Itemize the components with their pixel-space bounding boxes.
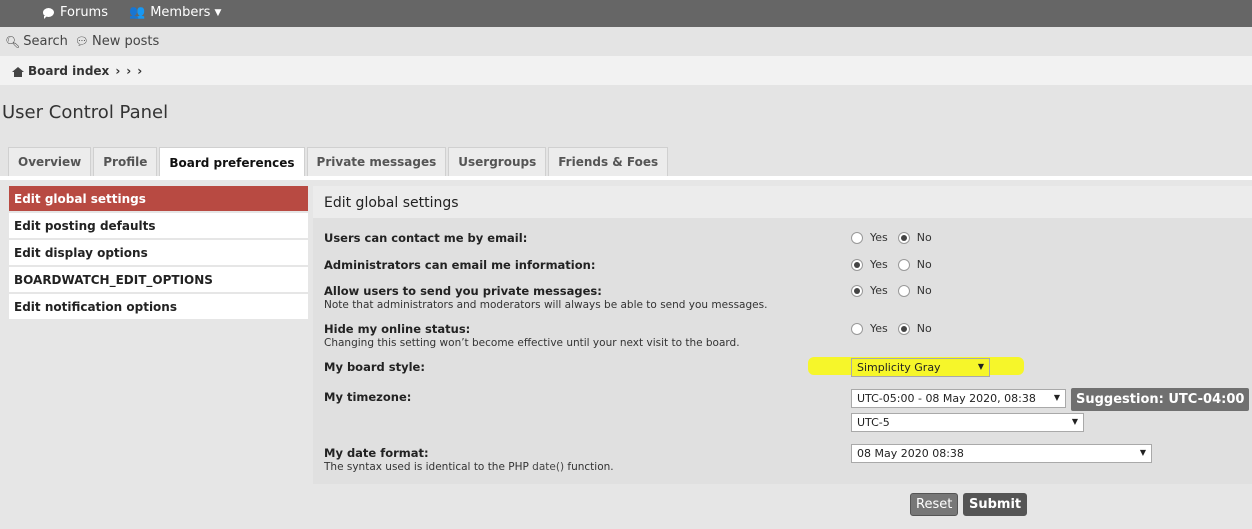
- dropdown-arrow-icon: ▼: [977, 362, 984, 371]
- radio-group-hide-online: Yes No: [851, 322, 942, 335]
- board-style-select[interactable]: Simplicity Gray ▼: [851, 358, 990, 377]
- sidebar-item-edit-global-settings[interactable]: Edit global settings: [9, 186, 308, 211]
- tab-profile[interactable]: Profile: [93, 147, 158, 176]
- timezone-date-value: UTC-05:00 - 08 May 2020, 08:38: [857, 392, 1036, 405]
- members-label: Members: [150, 5, 211, 20]
- sidebar-item-edit-posting-defaults[interactable]: Edit posting defaults: [9, 213, 308, 238]
- timezone-zone-select[interactable]: UTC-5 ▼: [851, 413, 1084, 432]
- search-label: Search: [23, 34, 68, 49]
- timezone-date-select[interactable]: UTC-05:00 - 08 May 2020, 08:38 ▼: [851, 389, 1066, 408]
- radio-yes[interactable]: [851, 231, 863, 244]
- radio-yes-label: Yes: [870, 231, 888, 244]
- dropdown-arrow-icon: ▼: [1053, 393, 1060, 402]
- php-date-link[interactable]: date(): [532, 461, 564, 473]
- sidebar-item-edit-notification-options[interactable]: Edit notification options: [9, 294, 308, 319]
- breadcrumb-separator: ›: [115, 64, 121, 78]
- tab-overview[interactable]: Overview: [8, 147, 92, 176]
- radio-yes-label: Yes: [870, 322, 888, 335]
- new-posts-link[interactable]: 💬︎ New posts: [75, 34, 159, 49]
- panel-header: Edit global settings: [313, 186, 1252, 218]
- field-label: Allow users to send you private messages…: [324, 284, 602, 298]
- radio-no[interactable]: [897, 258, 910, 271]
- settings-panel: Edit global settings Users can contact m…: [313, 186, 1252, 484]
- field-description: Changing this setting won’t become effec…: [324, 337, 740, 349]
- radio-group-contact-email: Yes No: [851, 231, 942, 244]
- breadcrumb-board-index[interactable]: Board index: [28, 64, 109, 78]
- radio-no-label: No: [916, 231, 932, 244]
- breadcrumb-separator: ›: [137, 64, 143, 78]
- field-description: Note that administrators and moderators …: [324, 299, 768, 311]
- timezone-suggestion-button[interactable]: Suggestion: UTC-04:00: [1071, 388, 1250, 411]
- desc-text: function.: [564, 461, 614, 473]
- home-icon: [12, 66, 24, 77]
- comment-icon: [43, 8, 54, 19]
- radio-no[interactable]: [897, 322, 910, 335]
- reset-button[interactable]: Reset: [910, 493, 959, 516]
- top-navbar: Forums 👥 Members ▼: [0, 0, 1252, 27]
- radio-yes-label: Yes: [870, 258, 888, 271]
- search-link[interactable]: 🔍︎ Search: [5, 34, 68, 49]
- panel-title: Edit global settings: [324, 195, 459, 211]
- comments-icon: 💬︎: [75, 35, 89, 48]
- breadcrumb: Board index › › ›: [0, 56, 1252, 85]
- tab-board-preferences[interactable]: Board preferences: [159, 147, 305, 177]
- radio-yes[interactable]: [851, 284, 863, 297]
- date-format-select[interactable]: 08 May 2020 08:38 ▼: [851, 444, 1152, 463]
- tab-friends-foes[interactable]: Friends & Foes: [548, 147, 669, 176]
- desc-text: The syntax used is identical to the PHP: [324, 461, 533, 473]
- breadcrumb-separator: ›: [126, 64, 132, 78]
- radio-no[interactable]: [897, 284, 910, 297]
- sidebar-item-edit-display-options[interactable]: Edit display options: [9, 240, 308, 265]
- search-icon: 🔍︎: [5, 34, 21, 49]
- users-icon: 👥: [129, 5, 146, 20]
- radio-no-label: No: [916, 284, 932, 297]
- tab-private-messages[interactable]: Private messages: [306, 147, 447, 176]
- board-style-value: Simplicity Gray: [857, 361, 941, 374]
- radio-no-label: No: [916, 322, 932, 335]
- members-menu[interactable]: 👥 Members ▼: [129, 5, 221, 20]
- field-label: Users can contact me by email:: [324, 231, 528, 245]
- radio-yes-label: Yes: [870, 284, 888, 297]
- field-label: Hide my online status:: [324, 322, 471, 336]
- field-label: My date format:: [324, 446, 429, 460]
- hamburger-icon[interactable]: [10, 6, 22, 17]
- sidebar-item-boardwatch-edit-options[interactable]: BOARDWATCH_EDIT_OPTIONS: [9, 267, 308, 292]
- forums-label: Forums: [60, 5, 108, 20]
- radio-no-label: No: [916, 258, 932, 271]
- timezone-zone-value: UTC-5: [857, 416, 890, 429]
- radio-yes[interactable]: [851, 322, 863, 335]
- ucp-tabs: Overview Profile Board preferences Priva…: [8, 147, 670, 177]
- radio-group-admin-email: Yes No: [851, 258, 942, 271]
- radio-no[interactable]: [897, 231, 910, 244]
- sidebar-nav: Edit global settings Edit posting defaul…: [9, 186, 308, 321]
- radio-group-allow-pm: Yes No: [851, 284, 942, 297]
- field-label: Administrators can email me information:: [324, 258, 596, 272]
- new-posts-label: New posts: [91, 34, 160, 49]
- tab-usergroups[interactable]: Usergroups: [448, 147, 547, 176]
- page-title: User Control Panel: [2, 102, 169, 123]
- quick-links-bar: 🔍︎ Search 💬︎ New posts: [0, 29, 1252, 53]
- field-label: My board style:: [324, 360, 425, 374]
- field-description: The syntax used is identical to the PHP …: [324, 461, 614, 473]
- dropdown-arrow-icon: ▼: [1139, 448, 1146, 457]
- submit-button[interactable]: Submit: [963, 493, 1028, 516]
- chevron-down-icon: ▼: [214, 7, 222, 18]
- date-format-value: 08 May 2020 08:38: [857, 447, 964, 460]
- dropdown-arrow-icon: ▼: [1071, 417, 1078, 426]
- radio-yes[interactable]: [851, 258, 863, 271]
- field-label: My timezone:: [324, 390, 412, 404]
- forums-link[interactable]: Forums: [43, 5, 108, 20]
